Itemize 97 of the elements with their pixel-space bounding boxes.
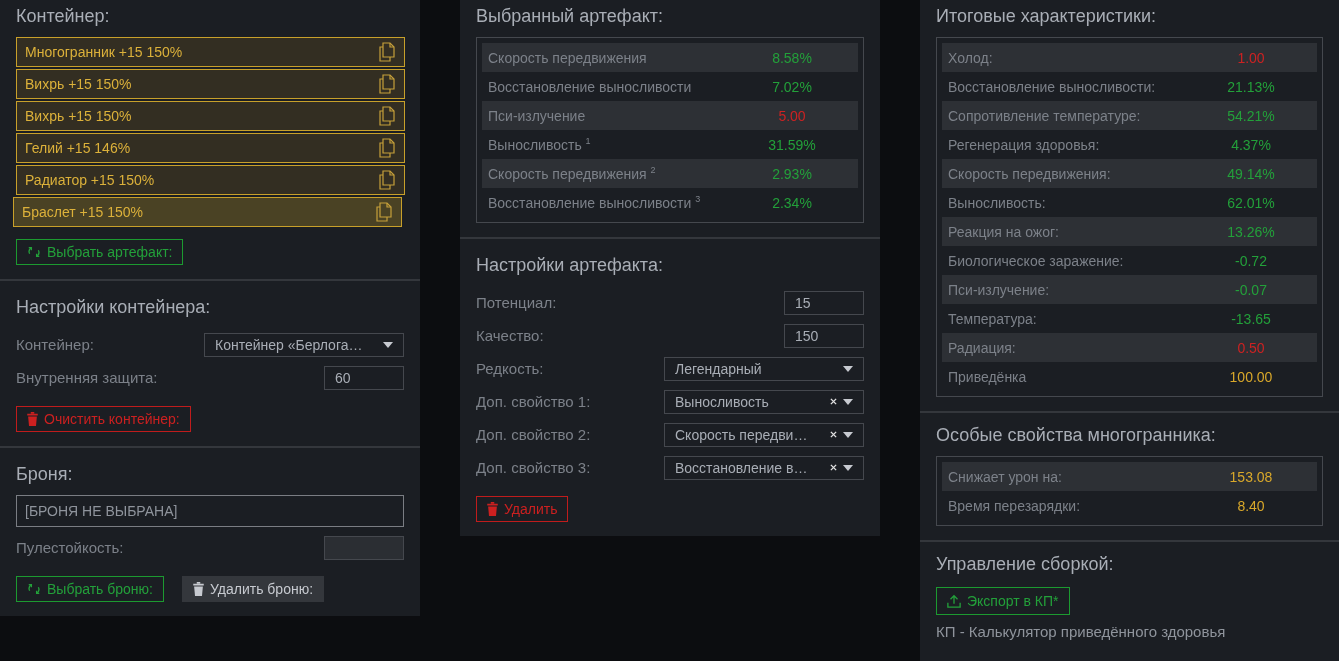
dropdown[interactable]: Контейнер «Берлога… — [204, 332, 404, 357]
section-title: Управление сборкой: — [936, 554, 1115, 575]
stat-value: 1.00 — [1236, 49, 1266, 66]
stat-label: Восстановление выносливости $^{3}$ — [488, 194, 702, 211]
section-title: Итоговые характеристики: — [936, 6, 1157, 27]
stat-label: Пси-излучение — [488, 107, 587, 124]
stat-label: Сопротивление температуре: — [948, 107, 1142, 124]
stat-value: 2.93% — [771, 165, 813, 182]
input-field[interactable]: 15 — [784, 290, 864, 315]
field-label: Потенциал: — [476, 294, 557, 311]
artifact-slot[interactable]: Радиатор +15 150% — [16, 165, 405, 195]
caret-icon — [843, 398, 853, 405]
stat-label: Холод: — [948, 49, 994, 66]
stat-value: -13.65 — [1230, 310, 1272, 327]
section-title: Особые свойства многогранника: — [936, 425, 1217, 446]
action-button[interactable]: Выбрать артефакт: — [16, 239, 184, 265]
stat-value: 5.00 — [777, 107, 807, 124]
copy-icon[interactable] — [378, 138, 396, 158]
action-button[interactable]: Удалить броню: — [182, 576, 325, 602]
trash-icon — [193, 582, 204, 596]
field-label: Контейнер: — [16, 336, 94, 353]
caret-icon — [843, 431, 853, 438]
refresh-icon — [27, 582, 41, 596]
stat-value: 49.14% — [1226, 165, 1276, 182]
artifact-slot[interactable]: Вихрь +15 150% — [16, 101, 405, 131]
artifact-slot[interactable]: Гелий +15 146% — [16, 133, 405, 163]
dropdown[interactable]: Выносливость — [664, 389, 864, 414]
trash-icon — [487, 502, 498, 516]
artifact-slot[interactable]: Вихрь +15 150% — [16, 69, 405, 99]
artifact-slot[interactable]: Многогранник +15 150% — [16, 37, 405, 67]
stat-value: 0.50 — [1236, 339, 1266, 356]
caret-icon — [843, 365, 853, 372]
stat-value: 21.13% — [1226, 78, 1276, 95]
copy-icon[interactable] — [378, 74, 396, 94]
stat-label: Приведёнка — [948, 368, 1028, 385]
section-title: Настройки артефакта: — [476, 255, 664, 276]
stat-value: 8.40 — [1236, 497, 1266, 514]
armor-field[interactable]: [БРОНЯ НЕ ВЫБРАНА] — [16, 495, 404, 527]
clear-icon[interactable] — [830, 398, 837, 405]
dropdown[interactable]: Восстановление в… — [664, 455, 864, 480]
stat-label: Пси-излучение: — [948, 281, 1051, 298]
stat-value: 13.26% — [1226, 223, 1276, 240]
caret-icon — [383, 341, 393, 348]
stat-label: Выносливость: — [948, 194, 1047, 211]
action-button[interactable]: Выбрать броню: — [16, 576, 164, 602]
stat-value: 4.37% — [1230, 136, 1272, 153]
stat-label: Скорость передвижения — [488, 49, 648, 66]
stat-label: Восстановление выносливости: — [948, 78, 1157, 95]
field-label: Качество: — [476, 327, 544, 344]
stat-label: Выносливость $^{1}$ — [488, 136, 592, 153]
stat-value: 62.01% — [1226, 194, 1276, 211]
stat-value: 31.59% — [767, 136, 817, 153]
field-label: Пулестойкость: — [16, 539, 124, 556]
stat-value: 8.58% — [771, 49, 813, 66]
stat-label: Реакция на ожог: — [948, 223, 1060, 240]
stat-label: Температура: — [948, 310, 1038, 327]
stat-label: Регенерация здоровья: — [948, 136, 1101, 153]
caret-icon — [843, 464, 853, 471]
stat-label: Биологическое заражение: — [948, 252, 1125, 269]
stat-label: Время перезарядки: — [948, 497, 1082, 514]
clear-icon[interactable] — [830, 464, 837, 471]
artifact-slot[interactable]: Браслет +15 150% — [13, 197, 402, 227]
section-title: Выбранный артефакт: — [476, 6, 664, 27]
copy-icon[interactable] — [378, 42, 396, 62]
stat-label: Снижает урон на: — [948, 468, 1063, 485]
field-label: Доп. свойство 3: — [476, 459, 591, 476]
field-label: Редкость: — [476, 360, 544, 377]
dropdown[interactable]: Скорость передви… — [664, 422, 864, 447]
stat-value: -0.07 — [1234, 281, 1268, 298]
input-field[interactable]: 150 — [784, 323, 864, 348]
copy-icon[interactable] — [378, 170, 396, 190]
stat-label: Скорость передвижения $^{2}$ — [488, 165, 657, 182]
section-title: Броня: — [16, 464, 74, 485]
stat-label: Восстановление выносливости — [488, 78, 693, 95]
section-title: Контейнер: — [16, 6, 111, 27]
clear-icon[interactable] — [830, 431, 837, 438]
stat-value: 2.34% — [771, 194, 813, 211]
dropdown[interactable]: Легендарный — [664, 356, 864, 381]
section-title: Настройки контейнера: — [16, 297, 212, 318]
stat-value: 100.00 — [1228, 368, 1274, 385]
stat-value: 7.02% — [771, 78, 813, 95]
stat-value: 153.08 — [1228, 468, 1274, 485]
stat-label: Радиация: — [948, 339, 1017, 356]
stat-value: -0.72 — [1234, 252, 1268, 269]
field-label: Доп. свойство 2: — [476, 426, 591, 443]
input-field[interactable]: 60 — [324, 365, 404, 390]
trash-icon — [27, 412, 38, 426]
refresh-icon — [27, 245, 41, 259]
stat-value: 54.21% — [1226, 107, 1276, 124]
field-label: Доп. свойство 1: — [476, 393, 591, 410]
footnote-text: КП - Калькулятор приведённого здоровья — [936, 623, 1227, 640]
field-label: Внутренняя защита: — [16, 369, 158, 386]
action-button[interactable]: Экспорт в КП* — [936, 587, 1070, 615]
copy-icon[interactable] — [378, 106, 396, 126]
copy-icon[interactable] — [375, 202, 393, 222]
stat-label: Скорость передвижения: — [948, 165, 1112, 182]
upload-icon — [947, 594, 961, 608]
